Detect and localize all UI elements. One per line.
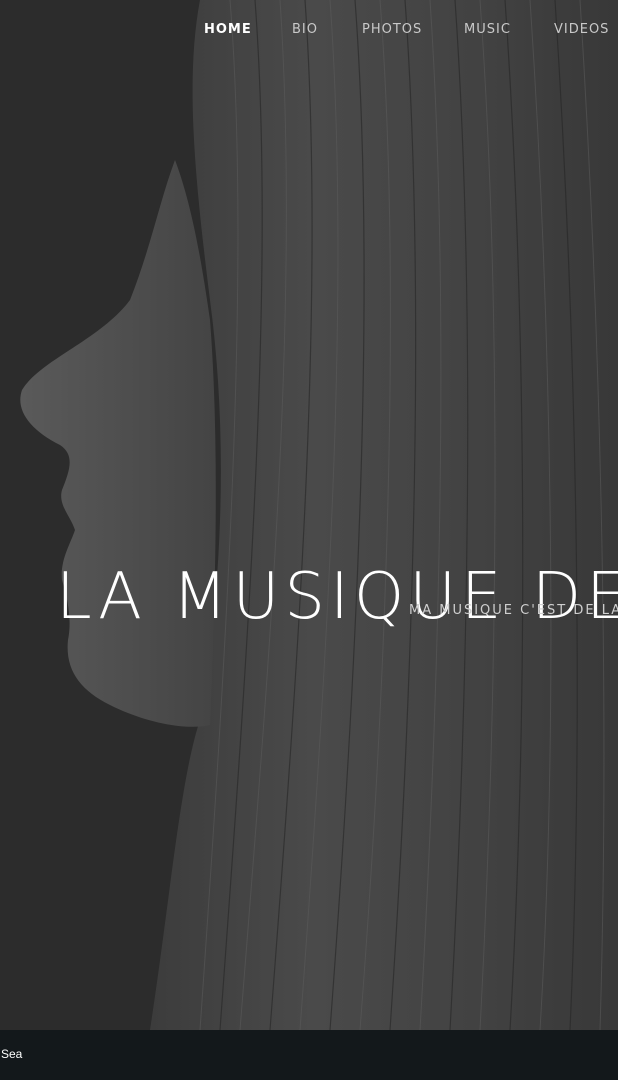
hero-title: LA MUSIQUE DE bbox=[56, 559, 618, 634]
hero-section: HOME BIO PHOTOS MUSIC VIDEOS LA MUSIQUE … bbox=[0, 0, 618, 1030]
page: HOME BIO PHOTOS MUSIC VIDEOS LA MUSIQUE … bbox=[0, 0, 618, 1080]
nav-videos[interactable]: VIDEOS bbox=[554, 22, 609, 37]
nav-photos[interactable]: PHOTOS bbox=[362, 22, 422, 37]
main-nav: HOME BIO PHOTOS MUSIC VIDEOS bbox=[0, 0, 618, 60]
bottom-bar-text: Sea bbox=[1, 1047, 23, 1061]
hero-background-photo bbox=[0, 0, 618, 1030]
nav-music[interactable]: MUSIC bbox=[464, 22, 511, 37]
bottom-bar: Sea bbox=[0, 1030, 618, 1080]
nav-home[interactable]: HOME bbox=[204, 22, 252, 37]
hero-subtitle: MA MUSIQUE C'EST DE LA E bbox=[409, 603, 618, 618]
nav-bio[interactable]: BIO bbox=[292, 22, 318, 37]
